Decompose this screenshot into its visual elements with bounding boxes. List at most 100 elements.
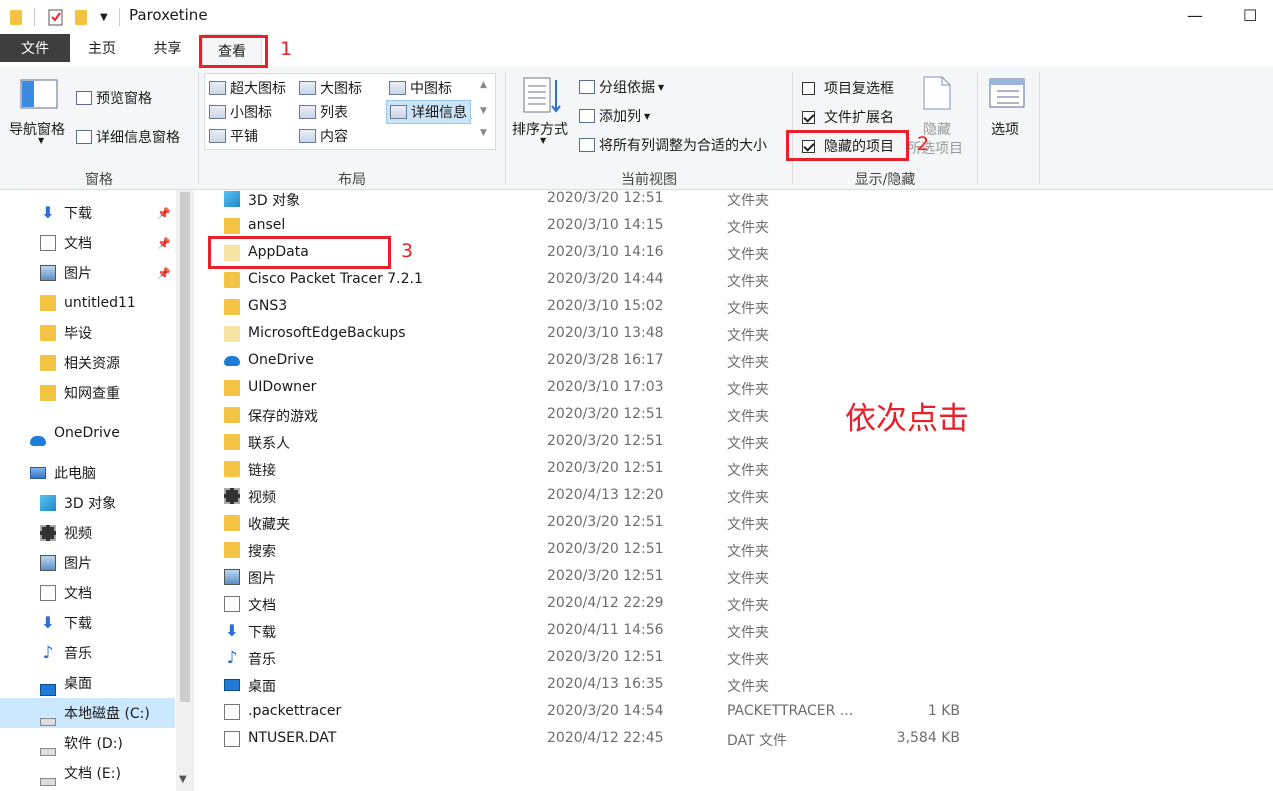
sidebar-item[interactable]: 知网查重: [0, 378, 175, 408]
this-pc-icon: [30, 467, 46, 479]
nav-pane-dropdown-icon[interactable]: ▼: [38, 136, 44, 145]
sidebar-item[interactable]: ⬇ 下载: [0, 608, 175, 638]
layout-scroll-up-icon[interactable]: ▲: [480, 80, 487, 90]
file-extensions-checkbox[interactable]: [802, 110, 815, 124]
sidebar-item[interactable]: 此电脑: [0, 458, 175, 488]
sidebar-scroll-down-icon[interactable]: ▼: [179, 774, 187, 785]
item-checkboxes-checkbox[interactable]: [802, 81, 815, 95]
file-date: 2020/3/20 12:51: [547, 649, 664, 665]
sidebar-item[interactable]: OneDrive: [0, 418, 175, 448]
sidebar-item[interactable]: 图片 📌: [0, 258, 175, 288]
file-date: 2020/4/11 14:56: [547, 622, 664, 638]
table-row[interactable]: 3D 对象 2020/3/20 12:51 文件夹: [196, 186, 976, 213]
table-row[interactable]: MicrosoftEdgeBackups 2020/3/10 13:48 文件夹: [196, 321, 976, 348]
file-list: 3D 对象 2020/3/20 12:51 文件夹 ansel 2020/3/10 14…: [196, 190, 1273, 791]
sidebar-item[interactable]: 桌面: [0, 668, 175, 698]
layout-medium-icons[interactable]: 中图标: [389, 78, 452, 98]
layout-details[interactable]: 详细信息: [386, 100, 471, 124]
file-type: 文件夹: [727, 571, 769, 587]
new-folder-icon[interactable]: [75, 7, 87, 27]
file-name: 链接: [248, 463, 276, 479]
quick-access-dropdown-icon[interactable]: ▼: [100, 7, 108, 27]
sidebar-item[interactable]: 毕设: [0, 318, 175, 348]
sidebar-item[interactable]: 3D 对象: [0, 488, 175, 518]
layout-tiles[interactable]: 平铺: [209, 126, 258, 146]
sort-by-icon[interactable]: [522, 76, 562, 116]
nav-pane-button[interactable]: 导航窗格: [9, 119, 65, 139]
sidebar-item[interactable]: 文档 (E:): [0, 758, 175, 788]
tiles-icon: [209, 129, 226, 143]
details-pane-button[interactable]: 详细信息窗格: [76, 127, 180, 147]
file-date: 2020/3/20 12:51: [547, 541, 664, 557]
tab-home[interactable]: 主页: [72, 34, 132, 62]
group-by-button[interactable]: 分组依据 ▼: [579, 77, 664, 97]
annotation-number-2: 2: [917, 133, 930, 155]
minimize-button[interactable]: —: [1187, 6, 1203, 25]
sidebar-item[interactable]: 软件 (D:): [0, 728, 175, 758]
fit-columns-button[interactable]: 将所有列调整为合适的大小: [579, 135, 767, 155]
file-date: 2020/4/13 16:35: [547, 676, 664, 692]
tab-file[interactable]: 文件: [0, 34, 70, 62]
file-name: 下载: [248, 625, 276, 641]
layout-large-icons[interactable]: 大图标: [299, 78, 362, 98]
table-row[interactable]: OneDrive 2020/3/28 16:17 文件夹: [196, 348, 976, 375]
table-row[interactable]: GNS3 2020/3/10 15:02 文件夹: [196, 294, 976, 321]
favorites-icon: [224, 515, 240, 531]
file-type: 文件夹: [727, 193, 769, 209]
details-pane-icon: [76, 130, 92, 144]
hide-selected-icon[interactable]: [922, 75, 952, 111]
table-row[interactable]: ⬇ 下载 2020/4/11 14:56 文件夹: [196, 618, 976, 645]
file-name: 3D 对象: [248, 193, 301, 209]
3d-objects-icon: [40, 495, 56, 511]
table-row[interactable]: Cisco Packet Tracer 7.2.1 2020/3/20 14:44…: [196, 267, 976, 294]
table-row[interactable]: 图片 2020/3/20 12:51 文件夹: [196, 564, 976, 591]
layout-scroll-down-icon[interactable]: ▼: [480, 106, 487, 116]
desktop-icon: [224, 679, 240, 691]
table-row[interactable]: 视频 2020/4/13 12:20 文件夹: [196, 483, 976, 510]
sidebar-item[interactable]: 文档 📌: [0, 228, 175, 258]
hidden-folder-icon: [224, 326, 240, 342]
sidebar-item[interactable]: untitled11: [0, 288, 175, 318]
sidebar-item[interactable]: 相关资源: [0, 348, 175, 378]
file-date: 2020/3/10 13:48: [547, 325, 664, 341]
table-row[interactable]: NTUSER.DAT 2020/4/12 22:45 DAT 文件 3,584 KB: [196, 726, 976, 753]
sort-by-dropdown-icon[interactable]: ▼: [540, 136, 546, 145]
ribbon-view: 导航窗格 ▼ 预览窗格 详细信息窗格 窗格 超大图标 大图标 中图标 小图标 列…: [0, 66, 1273, 190]
options-icon[interactable]: [989, 78, 1025, 110]
table-row[interactable]: 桌面 2020/4/13 16:35 文件夹: [196, 672, 976, 699]
video-icon: [40, 525, 56, 541]
sidebar-item[interactable]: 视频: [0, 518, 175, 548]
table-row[interactable]: .packettracer 2020/3/20 14:54 PACKETTRACER…: [196, 699, 976, 726]
layout-more-icon[interactable]: ▼: [480, 128, 487, 138]
preview-pane-button[interactable]: 预览窗格: [76, 88, 152, 108]
properties-icon[interactable]: [48, 7, 64, 27]
file-type: 文件夹: [727, 301, 769, 317]
tab-share[interactable]: 共享: [135, 34, 200, 62]
file-type: 文件夹: [727, 679, 769, 695]
sidebar-item[interactable]: 文档: [0, 578, 175, 608]
maximize-button[interactable]: ☐: [1243, 6, 1257, 25]
sidebar-item[interactable]: ♪ 音乐: [0, 638, 175, 668]
item-checkboxes-toggle[interactable]: 项目复选框: [802, 78, 894, 98]
options-button[interactable]: 选项: [991, 119, 1019, 139]
table-row[interactable]: 链接 2020/3/20 12:51 文件夹: [196, 456, 976, 483]
layout-list[interactable]: 列表: [299, 102, 348, 122]
table-row[interactable]: ♪ 音乐 2020/3/20 12:51 文件夹: [196, 645, 976, 672]
folder-icon: [224, 272, 240, 288]
layout-content[interactable]: 内容: [299, 126, 348, 146]
table-row[interactable]: 搜索 2020/3/20 12:51 文件夹: [196, 537, 976, 564]
group-by-dropdown-icon: ▼: [658, 82, 665, 92]
sidebar-item[interactable]: 图片: [0, 548, 175, 578]
sidebar-item[interactable]: ⬇ 下载 📌: [0, 198, 175, 228]
add-column-button[interactable]: 添加列 ▼: [579, 106, 650, 126]
preview-pane-icon: [76, 91, 92, 105]
sidebar-item[interactable]: 本地磁盘 (C:): [0, 698, 175, 728]
file-extensions-toggle[interactable]: 文件扩展名: [802, 107, 894, 127]
table-row[interactable]: 收藏夹 2020/3/20 12:51 文件夹: [196, 510, 976, 537]
nav-pane-icon[interactable]: [20, 79, 58, 109]
pictures-icon: [40, 265, 56, 281]
sidebar-scrollbar-thumb[interactable]: [180, 192, 190, 702]
table-row[interactable]: 文档 2020/4/12 22:29 文件夹: [196, 591, 976, 618]
layout-small-icons[interactable]: 小图标: [209, 102, 272, 122]
layout-extra-large-icons[interactable]: 超大图标: [209, 78, 286, 98]
